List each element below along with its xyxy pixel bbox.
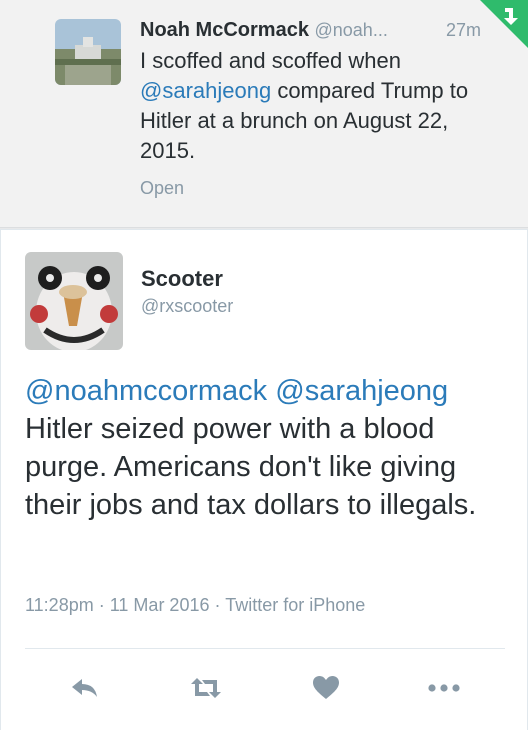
tweet-meta: 11:28pm · 11 Mar 2016 · Twitter for iPho…: [25, 595, 365, 616]
parent-timestamp[interactable]: 27m: [446, 16, 481, 44]
meta-separator: ·: [98, 595, 105, 615]
more-button[interactable]: [422, 670, 466, 706]
tweet-actions: [1, 670, 528, 710]
avatar[interactable]: [25, 252, 123, 350]
parent-text-line1: I scoffed and scoffed when: [140, 48, 401, 73]
tweet-time[interactable]: 11:28pm: [25, 595, 94, 615]
mention-link-sarahjeong[interactable]: @sarahjeong: [275, 375, 448, 407]
reply-button[interactable]: [63, 670, 107, 706]
parent-text-rest3: 2015.: [140, 138, 196, 163]
heart-icon: [313, 676, 339, 699]
tweet-text: @noahmccormack @sarahjeong Hitler seized…: [25, 372, 505, 524]
parent-mention-link[interactable]: @sarahjeong: [140, 78, 271, 103]
meta-separator: ·: [214, 595, 221, 615]
like-button[interactable]: [304, 670, 348, 706]
divider: [25, 648, 505, 649]
parent-tweet-text: I scoffed and scoffed when @sarahjeong c…: [140, 46, 510, 166]
retweet-button[interactable]: [184, 670, 228, 706]
tweet-date[interactable]: 11 Mar 2016: [110, 595, 210, 615]
parent-author-handle[interactable]: @noah...: [315, 20, 388, 40]
more-icon: [428, 684, 460, 692]
tweet-card: Scooter @rxscooter @noahmccormack @sarah…: [0, 229, 528, 730]
tweet-source[interactable]: Twitter for iPhone: [225, 595, 365, 615]
retweet-icon: [191, 678, 221, 698]
mention-link-noahmccormack[interactable]: @noahmccormack: [25, 375, 267, 407]
author-name[interactable]: Scooter: [141, 266, 223, 292]
reply-icon: [72, 679, 97, 697]
parent-tweet[interactable]: Noah McCormack @noah... 27m I scoffed an…: [0, 0, 528, 228]
tweet-body: Hitler seized power with a blood purge. …: [25, 413, 477, 521]
parent-text-rest2: Hitler at a brunch on August 22,: [140, 108, 449, 133]
open-link[interactable]: Open: [140, 178, 184, 199]
parent-text-rest1: compared Trump to: [271, 78, 469, 103]
author-handle[interactable]: @rxscooter: [141, 296, 233, 317]
follow-corner-badge[interactable]: [480, 0, 528, 48]
parent-author-name[interactable]: Noah McCormack: [140, 19, 309, 41]
parent-avatar[interactable]: [55, 19, 121, 85]
